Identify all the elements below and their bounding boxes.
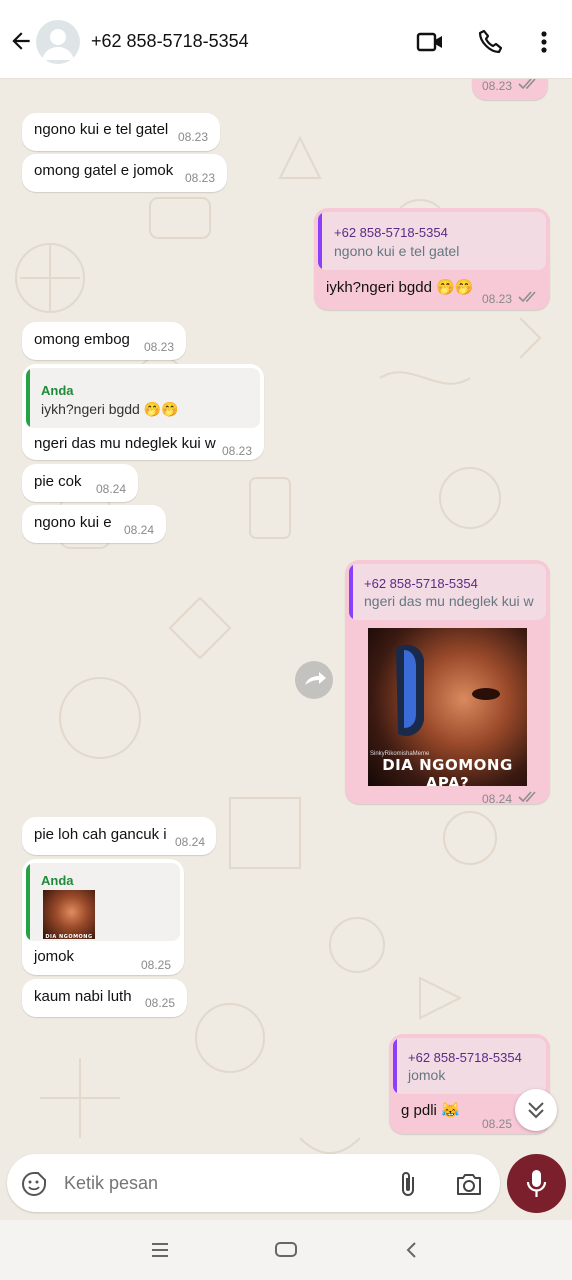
- message-input[interactable]: [62, 1168, 366, 1198]
- message-composer: [7, 1154, 500, 1212]
- quote-text: ngeri das mu ndeglek kui w: [364, 593, 534, 609]
- read-tick-icon: [518, 78, 536, 90]
- message-text: omong embog: [34, 331, 130, 348]
- recent-apps-icon[interactable]: [151, 1242, 169, 1258]
- message-bubble-incoming[interactable]: ngono kui e 08.24: [22, 505, 166, 543]
- quote-author: +62 858-5718-5354: [364, 576, 478, 591]
- message-bubble-incoming[interactable]: kaum nabi luth 08.25: [22, 979, 187, 1017]
- more-vert-icon[interactable]: [530, 28, 558, 56]
- message-bubble-incoming[interactable]: pie loh cah gancuk i 08.24: [22, 817, 216, 855]
- home-icon[interactable]: [274, 1240, 298, 1260]
- message-time: 08.23: [185, 171, 216, 185]
- meme-image[interactable]: SinkyRikomishaMeme DIA NGOMONG APA?: [368, 628, 527, 786]
- message-time: 08.23: [178, 130, 209, 144]
- message-time: 08.24: [175, 835, 206, 849]
- system-nav-bar: [0, 1220, 572, 1280]
- paperclip-icon[interactable]: [397, 1170, 421, 1198]
- forward-button[interactable]: [295, 661, 333, 699]
- forward-icon: [305, 672, 326, 685]
- back-nav-icon[interactable]: [403, 1240, 419, 1260]
- message-bubble-incoming[interactable]: Anda DIA NGOMONG APA? jomok 08.25: [22, 859, 184, 975]
- quote-bar: [318, 212, 322, 270]
- quote-author: Anda: [41, 873, 74, 888]
- message-text: iykh?ngeri bgdd 🤭🤭: [326, 279, 474, 296]
- message-time: 08.25: [141, 958, 172, 972]
- quote-author: +62 858-5718-5354: [334, 225, 448, 240]
- sticker-icon[interactable]: [21, 1171, 47, 1197]
- message-time: 08.23: [144, 340, 175, 354]
- message-time: 08.25: [145, 996, 176, 1010]
- message-bubble-incoming[interactable]: omong gatel e jomok 08.23: [22, 154, 227, 192]
- quoted-message[interactable]: +62 858-5718-5354 jomok: [393, 1038, 546, 1094]
- message-bubble-incoming[interactable]: omong embog 08.23: [22, 322, 186, 360]
- quote-author: Anda: [41, 383, 74, 398]
- quoted-message[interactable]: Anda iykh?ngeri bgdd 🤭🤭: [26, 368, 260, 428]
- read-tick-icon: [518, 791, 536, 803]
- quote-image-thumbnail: DIA NGOMONG APA?: [43, 890, 95, 939]
- quote-bar: [349, 564, 353, 620]
- contact-name[interactable]: +62 858-5718-5354: [91, 31, 249, 52]
- quoted-message[interactable]: +62 858-5718-5354 ngeri das mu ndeglek k…: [349, 564, 546, 620]
- microphone-button[interactable]: [507, 1154, 566, 1213]
- quoted-message[interactable]: Anda DIA NGOMONG APA?: [26, 863, 180, 941]
- quote-bar: [26, 368, 30, 428]
- message-text: omong gatel e jomok: [34, 162, 174, 179]
- message-time: 08.23: [482, 79, 513, 93]
- quote-bar: [393, 1038, 397, 1094]
- scroll-to-bottom-button[interactable]: [515, 1089, 557, 1131]
- message-time: 08.24: [96, 482, 127, 496]
- meme-caption: DIA NGOMONG APA?: [382, 756, 513, 786]
- avatar-icon[interactable]: [36, 20, 80, 64]
- message-time: 08.25: [482, 1117, 513, 1131]
- message-time: 08.23: [482, 292, 513, 306]
- message-bubble-outgoing[interactable]: +62 858-5718-5354 ngono kui e tel gatel …: [314, 208, 550, 310]
- message-bubble-outgoing[interactable]: +62 858-5718-5354 ngeri das mu ndeglek k…: [345, 560, 550, 806]
- phone-call-icon[interactable]: [477, 28, 505, 56]
- message-bubble-incoming[interactable]: Anda iykh?ngeri bgdd 🤭🤭 ngeri das mu nde…: [22, 364, 264, 460]
- message-time: 08.24: [482, 792, 513, 806]
- message-text: g pdli 😹: [401, 1102, 460, 1119]
- video-call-icon[interactable]: [416, 28, 444, 56]
- message-text: ngono kui e tel gatel: [34, 121, 169, 138]
- chat-header: +62 858-5718-5354: [0, 0, 572, 79]
- read-tick-icon: [518, 291, 536, 303]
- message-bubble-incoming[interactable]: ngono kui e tel gatel 08.23: [22, 113, 220, 151]
- quote-text: jomok: [408, 1067, 446, 1083]
- quote-text: ngono kui e tel gatel: [334, 243, 460, 259]
- message-time: 08.24: [124, 523, 155, 537]
- message-text: kaum nabi luth: [34, 988, 132, 1005]
- camera-icon[interactable]: [455, 1171, 483, 1197]
- quoted-message[interactable]: +62 858-5718-5354 ngono kui e tel gatel: [318, 212, 546, 270]
- quote-author: +62 858-5718-5354: [408, 1050, 522, 1065]
- quote-bar: [26, 863, 30, 941]
- double-chevron-down-icon: [528, 1102, 544, 1119]
- message-text: ngono kui e: [34, 514, 112, 531]
- quote-text: iykh?ngeri bgdd 🤭🤭: [41, 401, 179, 417]
- message-text: pie cok: [34, 473, 82, 490]
- message-text: ngeri das mu ndeglek kui w: [34, 435, 216, 452]
- microphone-icon: [526, 1170, 547, 1197]
- message-time: 08.23: [222, 444, 253, 458]
- arrow-back-icon[interactable]: [8, 28, 34, 54]
- message-text: jomok: [34, 948, 75, 965]
- message-text: pie loh cah gancuk i: [34, 826, 167, 843]
- message-bubble-incoming[interactable]: pie cok 08.24: [22, 464, 138, 502]
- quote-image-caption: DIA NGOMONG APA?: [45, 934, 93, 939]
